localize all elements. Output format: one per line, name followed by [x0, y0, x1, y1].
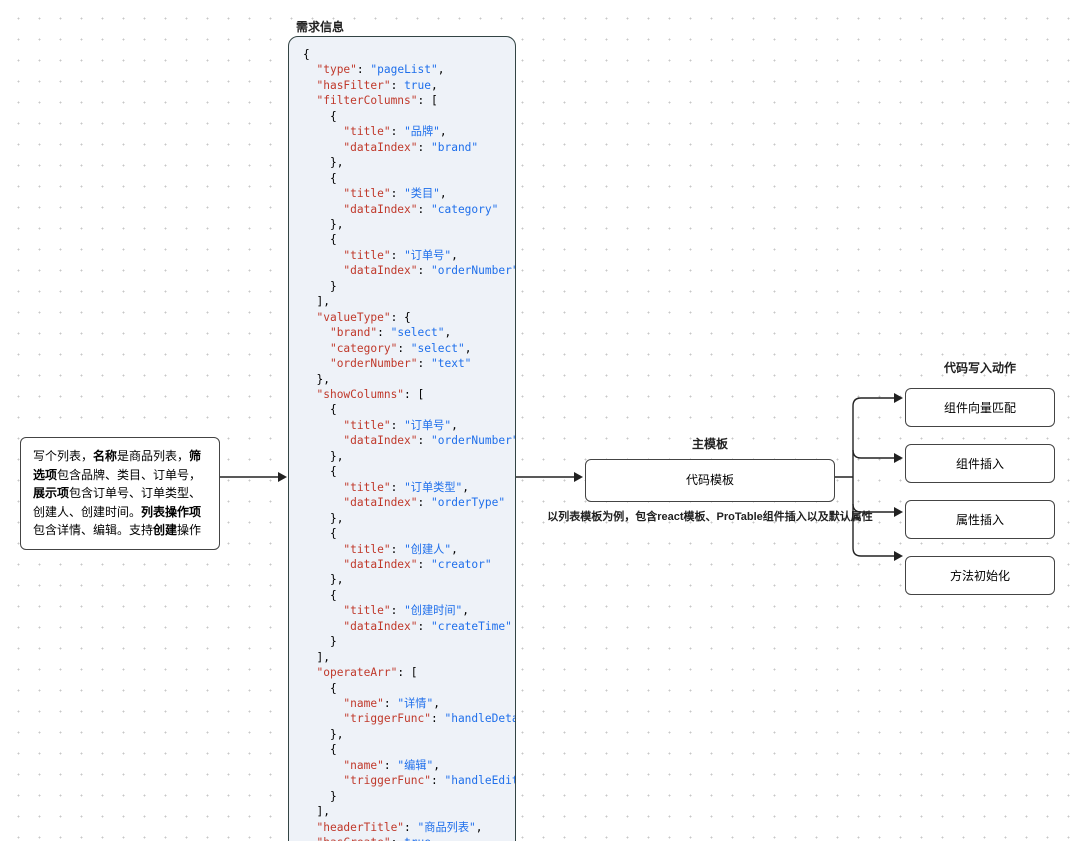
action-label: 属性插入 — [956, 513, 1004, 527]
action-box-0: 组件向量匹配 — [905, 388, 1055, 427]
action-box-3: 方法初始化 — [905, 556, 1055, 595]
main-template-subtitle: 以列表模板为例，包含react模板、ProTable组件插入以及默认属性 — [545, 508, 875, 524]
action-label: 组件插入 — [956, 457, 1004, 471]
connector-main-actions — [835, 390, 915, 600]
main-template-box-label: 代码模板 — [686, 473, 734, 487]
main-template-title: 主模板 — [580, 435, 840, 452]
actions-title: 代码写入动作 — [900, 359, 1060, 376]
arrow-head-icon — [894, 507, 903, 517]
action-label: 组件向量匹配 — [944, 401, 1016, 415]
requirements-text: 写个列表，名称是商品列表，筛选项包含品牌、类目、订单号，展示项包含订单号、订单类… — [33, 449, 201, 537]
arrow-head-icon — [894, 453, 903, 463]
diagram-canvas: 写个列表，名称是商品列表，筛选项包含品牌、类目、订单号，展示项包含订单号、订单类… — [0, 0, 1080, 841]
arrow-head-icon — [574, 472, 583, 482]
action-label: 方法初始化 — [950, 569, 1010, 583]
main-template-box: 代码模板 — [585, 459, 835, 502]
arrow-head-icon — [278, 472, 287, 482]
requirements-box: 写个列表，名称是商品列表，筛选项包含品牌、类目、订单号，展示项包含订单号、订单类… — [20, 437, 220, 550]
arrow-head-icon — [894, 393, 903, 403]
arrow-head-icon — [894, 551, 903, 561]
json-code-box: { "type": "pageList", "hasFilter": true,… — [288, 36, 516, 841]
center-title: 需求信息 — [296, 18, 516, 35]
action-box-2: 属性插入 — [905, 500, 1055, 539]
action-box-1: 组件插入 — [905, 444, 1055, 483]
